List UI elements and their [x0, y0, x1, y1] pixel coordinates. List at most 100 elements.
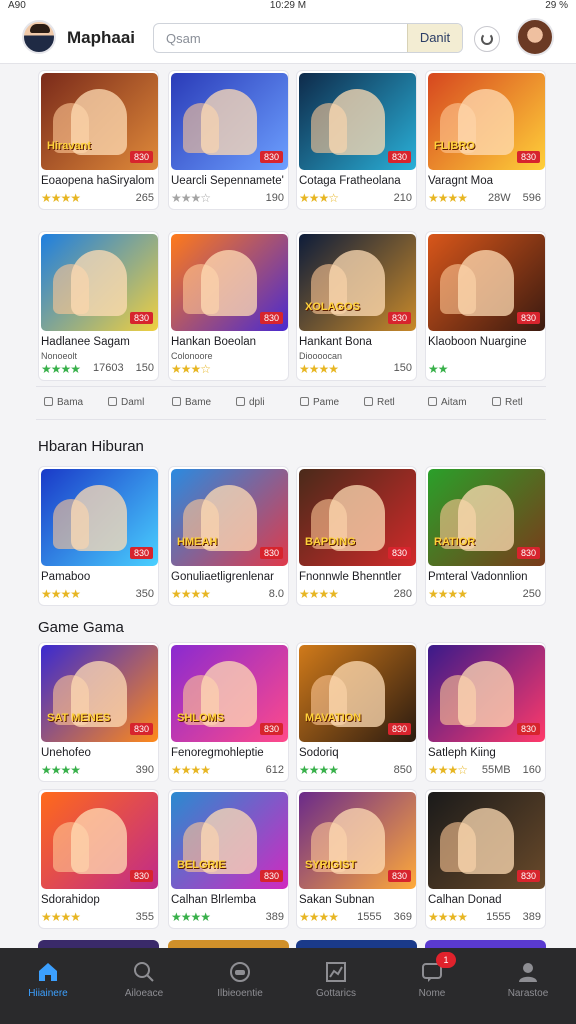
rating-stars: ★★★★	[41, 763, 81, 777]
game-card[interactable]: Hiravant 830 Eoaopena haSiryalom ★★★★ 265	[38, 70, 159, 210]
game-count: 8.0	[268, 588, 284, 600]
rating-stars: ★★★★	[299, 587, 339, 601]
gamepad-icon	[228, 960, 252, 984]
game-count: 280	[393, 588, 412, 600]
checkbox-icon	[172, 397, 181, 406]
nav-item-profile[interactable]: Narastoe	[480, 948, 576, 1024]
nav-item-home[interactable]: Hiiainere	[0, 948, 96, 1024]
category-tab-label: Retl	[505, 397, 523, 408]
game-card[interactable]: 830 Cotaga Fratheolana ★★★☆ 210	[296, 70, 417, 210]
game-title: Uearcli Sepennamete'	[171, 175, 284, 187]
search-input[interactable]	[154, 24, 408, 52]
game-size: 55MB	[481, 764, 511, 776]
game-tag-badge: 830	[259, 547, 283, 559]
game-thumbnail: Hiravant 830	[41, 73, 158, 170]
game-tag-badge: 830	[387, 870, 411, 882]
search-icon	[132, 960, 156, 984]
game-meta: 17603 150	[93, 362, 154, 374]
game-title: Hankan Boeolan	[171, 336, 257, 348]
rating-stars: ★★★★	[171, 587, 211, 601]
nav-item-search[interactable]: Ailoeace	[96, 948, 192, 1024]
game-count: 150	[393, 362, 412, 374]
rating-stars: ★★★★	[299, 362, 339, 376]
category-tab[interactable]: Pame	[300, 397, 339, 408]
game-meta: 390	[136, 764, 154, 776]
category-tab[interactable]: Retl	[492, 397, 523, 408]
game-meta: 210	[394, 192, 412, 204]
game-card[interactable]: 830 Sdorahidop ★★★★ 355	[38, 789, 159, 929]
category-tab[interactable]: Daml	[108, 397, 144, 408]
search-button[interactable]: Danit	[407, 24, 462, 52]
category-tab[interactable]: Bama	[44, 397, 83, 408]
game-card[interactable]: SYRIGIST 830 Sakan Subnan ★★★★ 1555 369	[296, 789, 417, 929]
game-count: 389	[522, 911, 541, 923]
game-card[interactable]: HMEAH 830 Gonuliaetligrenlenar ★★★★ 8.0	[168, 466, 289, 606]
category-tab-label: Aitam	[441, 397, 467, 408]
game-title: Fnonnwle Bhenntler	[299, 571, 402, 583]
game-card[interactable]: SAT MENES 830 Unehofeo ★★★★ 390	[38, 642, 159, 782]
user-avatar[interactable]	[516, 18, 554, 56]
app-logo-avatar[interactable]	[22, 20, 56, 54]
character-figure	[458, 661, 514, 727]
character-figure	[71, 250, 127, 316]
game-title: Calhan Blrlemba	[171, 894, 257, 906]
rating-stars: ★★	[428, 362, 448, 376]
game-card[interactable]: SHLOMS 830 Fenoregmohleptie ★★★★ 612	[168, 642, 289, 782]
section-title-hiburan: Hbaran Hiburan	[38, 438, 144, 455]
game-card[interactable]: FLIBRO 830 Varagnt Moa ★★★★ 28W 596	[425, 70, 546, 210]
game-count: 265	[135, 192, 154, 204]
nav-item-label: Narastoe	[507, 988, 549, 999]
category-filter-row: Bama Daml Bame dpli Pame Retl Aitam Retl	[36, 386, 546, 420]
category-tab[interactable]: Retl	[364, 397, 395, 408]
category-tab[interactable]: Bame	[172, 397, 211, 408]
game-title: Pamaboo	[41, 571, 91, 583]
game-count: 210	[393, 192, 412, 204]
refresh-icon[interactable]	[474, 26, 500, 52]
game-thumbnail: 830	[41, 469, 158, 566]
game-tag-badge: 830	[129, 312, 153, 324]
game-logo-text: SYRIGIST	[305, 859, 357, 871]
game-card[interactable]: 830 Calhan Donad ★★★★ 1555 389	[425, 789, 546, 929]
game-tag-badge: 830	[516, 723, 540, 735]
game-subtitle: Colonoore	[171, 351, 213, 361]
game-tag-badge: 830	[129, 151, 153, 163]
game-card[interactable]: XOLAGOS 830 Hankant Bona Dioooocan ★★★★ 150	[296, 231, 417, 381]
game-logo-text: XOLAGOS	[305, 301, 361, 313]
game-count: 250	[522, 588, 541, 600]
game-tag-badge: 830	[259, 312, 283, 324]
nav-item-gamepad[interactable]: Ilbieoentie	[192, 948, 288, 1024]
category-tab-label: dpli	[249, 397, 265, 408]
game-meta: 355	[136, 911, 154, 923]
nav-item-message[interactable]: 1 Nome	[384, 948, 480, 1024]
game-card[interactable]: RATIOR 830 Pmteral Vadonnlion ★★★★ 250	[425, 466, 546, 606]
game-card[interactable]: 830 Hadlanee Sagam Nonoeolt ★★★★ 17603 150	[38, 231, 159, 381]
character-figure	[458, 250, 514, 316]
game-count: 150	[135, 362, 154, 374]
game-count: 350	[135, 588, 154, 600]
game-card[interactable]: 830 Hankan Boeolan Colonoore ★★★☆	[168, 231, 289, 381]
game-thumbnail: BELGRIE 830	[171, 792, 288, 889]
game-card[interactable]: 830 Klaoboon Nuargine ★★	[425, 231, 546, 381]
game-tag-badge: 830	[387, 312, 411, 324]
category-tab[interactable]: dpli	[236, 397, 265, 408]
game-tag-badge: 830	[259, 723, 283, 735]
game-title: Sdorahidop	[41, 894, 100, 906]
game-card[interactable]: 830 Uearcli Sepennamete' ★★★☆ 190	[168, 70, 289, 210]
game-meta: 250	[523, 588, 541, 600]
game-title: Fenoregmohleptie	[171, 747, 264, 759]
nav-item-chart[interactable]: Gottarics	[288, 948, 384, 1024]
game-card[interactable]: BAPDING 830 Fnonnwle Bhenntler ★★★★ 280	[296, 466, 417, 606]
game-count: 160	[522, 764, 541, 776]
game-card[interactable]: MAVATION 830 Sodoriq ★★★★ 850	[296, 642, 417, 782]
game-card[interactable]: BELGRIE 830 Calhan Blrlemba ★★★★ 389	[168, 789, 289, 929]
game-card[interactable]: 830 Pamaboo ★★★★ 350	[38, 466, 159, 606]
category-tab[interactable]: Aitam	[428, 397, 467, 408]
checkbox-icon	[428, 397, 437, 406]
category-tab-label: Retl	[377, 397, 395, 408]
game-tag-badge: 830	[516, 870, 540, 882]
game-thumbnail: MAVATION 830	[299, 645, 416, 742]
game-size: 1555	[486, 911, 511, 923]
game-card[interactable]: 830 Satleph Kiing ★★★☆ 55MB 160	[425, 642, 546, 782]
rating-stars: ★★★★	[428, 587, 468, 601]
game-thumbnail: FLIBRO 830	[428, 73, 545, 170]
